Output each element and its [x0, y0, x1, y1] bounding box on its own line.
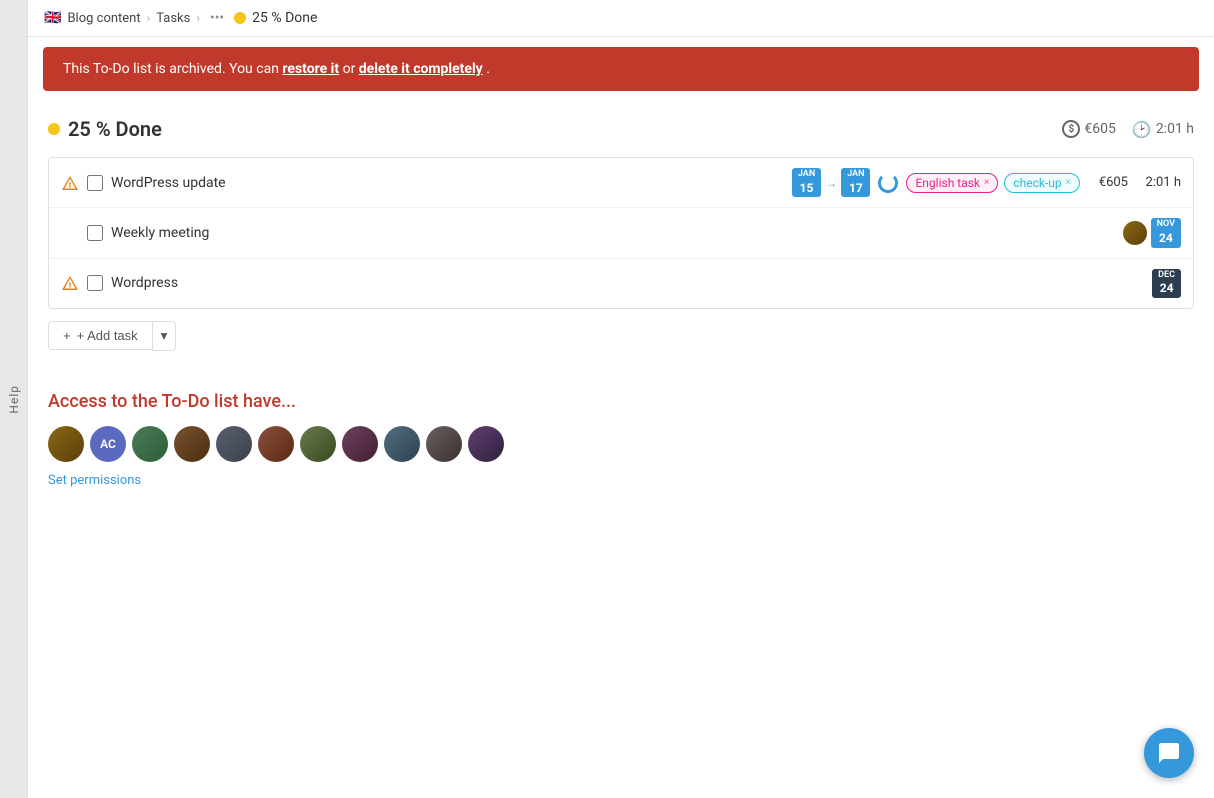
- date-badge-nov: Nov 24: [1151, 218, 1181, 247]
- set-permissions-link[interactable]: Set permissions: [48, 473, 141, 488]
- avatar: [300, 426, 336, 462]
- avatar: [468, 426, 504, 462]
- avatar: [132, 426, 168, 462]
- task-time-1: 2:01 h: [1136, 175, 1181, 190]
- task-name-2: Weekly meeting: [111, 225, 1115, 241]
- restore-link[interactable]: restore it: [282, 61, 339, 77]
- breadcrumb: 🇬🇧 Blog content › Tasks › ••• 25 % Done: [28, 0, 1214, 37]
- add-task-button[interactable]: + + Add task: [48, 321, 152, 350]
- tag-label: check-up: [1013, 176, 1061, 190]
- breadcrumb-project[interactable]: 🇬🇧 Blog content: [44, 10, 141, 26]
- warning-icon-3: [61, 274, 79, 292]
- task-cost-1: €605: [1088, 175, 1128, 190]
- task-tags-1: English task × check-up ×: [906, 173, 1080, 193]
- clock-icon: 🕑: [1132, 120, 1152, 139]
- chat-button[interactable]: [1144, 728, 1194, 778]
- avatar: [216, 426, 252, 462]
- avatar: [342, 426, 378, 462]
- table-row: Wordpress Dec 24: [49, 259, 1193, 308]
- todo-section: 25 % Done $ €605 🕑 2:01 h: [28, 101, 1214, 367]
- tag-checkup[interactable]: check-up ×: [1004, 173, 1080, 193]
- archive-text-suffix: .: [486, 61, 490, 77]
- add-task-dropdown-button[interactable]: ▾: [152, 321, 177, 351]
- todo-cost-value: €605: [1084, 121, 1115, 137]
- access-title: Access to the To-Do list have...: [48, 391, 1194, 412]
- delete-link[interactable]: delete it completely: [359, 61, 483, 77]
- help-sidebar[interactable]: Help: [0, 0, 28, 798]
- task-checkbox-3[interactable]: [87, 275, 103, 291]
- tag-close-icon[interactable]: ×: [984, 177, 989, 188]
- breadcrumb-more-button[interactable]: •••: [206, 8, 228, 28]
- date-badge-start: Jan 15: [792, 168, 821, 197]
- task-progress-indicator: [878, 173, 898, 193]
- avatar: [174, 426, 210, 462]
- task-name-3: Wordpress: [111, 275, 1144, 291]
- date-badge-dec: Dec 24: [1152, 269, 1181, 298]
- breadcrumb-separator-1: ›: [147, 11, 151, 25]
- avatar: [384, 426, 420, 462]
- date-arrow: →: [825, 176, 837, 190]
- chat-icon: [1157, 741, 1181, 765]
- access-avatars: AC: [48, 426, 1194, 462]
- task-dates-1: Jan 15 → Jan 17: [792, 168, 871, 197]
- table-row: Weekly meeting Nov 24: [49, 208, 1193, 258]
- task-checkbox-1[interactable]: [87, 175, 103, 191]
- breadcrumb-current-label: 25 % Done: [252, 10, 317, 26]
- archive-banner: This To-Do list is archived. You can res…: [43, 47, 1199, 91]
- main-content: 🇬🇧 Blog content › Tasks › ••• 25 % Done …: [28, 0, 1214, 798]
- todo-title-text: 25 % Done: [68, 117, 162, 141]
- todo-time: 🕑 2:01 h: [1132, 120, 1194, 139]
- todo-header: 25 % Done $ €605 🕑 2:01 h: [48, 117, 1194, 141]
- breadcrumb-separator-2: ›: [196, 11, 200, 25]
- flag-icon: 🇬🇧: [44, 10, 61, 26]
- task-assignee-avatar: [1123, 221, 1147, 245]
- avatar: [426, 426, 462, 462]
- add-task-row: + + Add task ▾: [48, 321, 1194, 351]
- breadcrumb-current: 25 % Done: [234, 10, 317, 26]
- task-checkbox-2[interactable]: [87, 225, 103, 241]
- todo-title: 25 % Done: [48, 117, 162, 141]
- breadcrumb-tasks[interactable]: Tasks: [156, 11, 190, 26]
- access-section: Access to the To-Do list have... AC Set …: [28, 367, 1214, 512]
- avatar: [258, 426, 294, 462]
- todo-meta: $ €605 🕑 2:01 h: [1062, 120, 1194, 139]
- task-list: WordPress update Jan 15 → Jan 17: [48, 157, 1194, 309]
- tag-english-task[interactable]: English task ×: [906, 173, 998, 193]
- todo-cost: $ €605: [1062, 120, 1115, 138]
- task-dates-2: Nov 24: [1123, 218, 1181, 247]
- task-name-1: WordPress update: [111, 175, 784, 191]
- archive-text-prefix: This To-Do list is archived. You can: [63, 61, 282, 77]
- tag-label: English task: [915, 176, 980, 190]
- avatar: [48, 426, 84, 462]
- help-label: Help: [7, 385, 21, 414]
- add-task-plus-icon: +: [63, 328, 71, 343]
- task-dates-3: Dec 24: [1152, 269, 1181, 298]
- avatar: AC: [90, 426, 126, 462]
- add-task-label: + Add task: [77, 328, 138, 343]
- todo-status-dot: [48, 123, 60, 135]
- breadcrumb-tasks-label: Tasks: [156, 11, 190, 26]
- date-badge-end: Jan 17: [841, 168, 870, 197]
- breadcrumb-project-label: Blog content: [67, 11, 140, 26]
- tag-close-icon[interactable]: ×: [1066, 177, 1071, 188]
- todo-time-value: 2:01 h: [1156, 121, 1194, 137]
- warning-icon: [61, 174, 79, 192]
- table-row: WordPress update Jan 15 → Jan 17: [49, 158, 1193, 208]
- dollar-icon: $: [1062, 120, 1080, 138]
- chevron-down-icon: ▾: [161, 328, 168, 344]
- archive-text-middle: or: [343, 61, 359, 77]
- status-dot-yellow: [234, 12, 246, 24]
